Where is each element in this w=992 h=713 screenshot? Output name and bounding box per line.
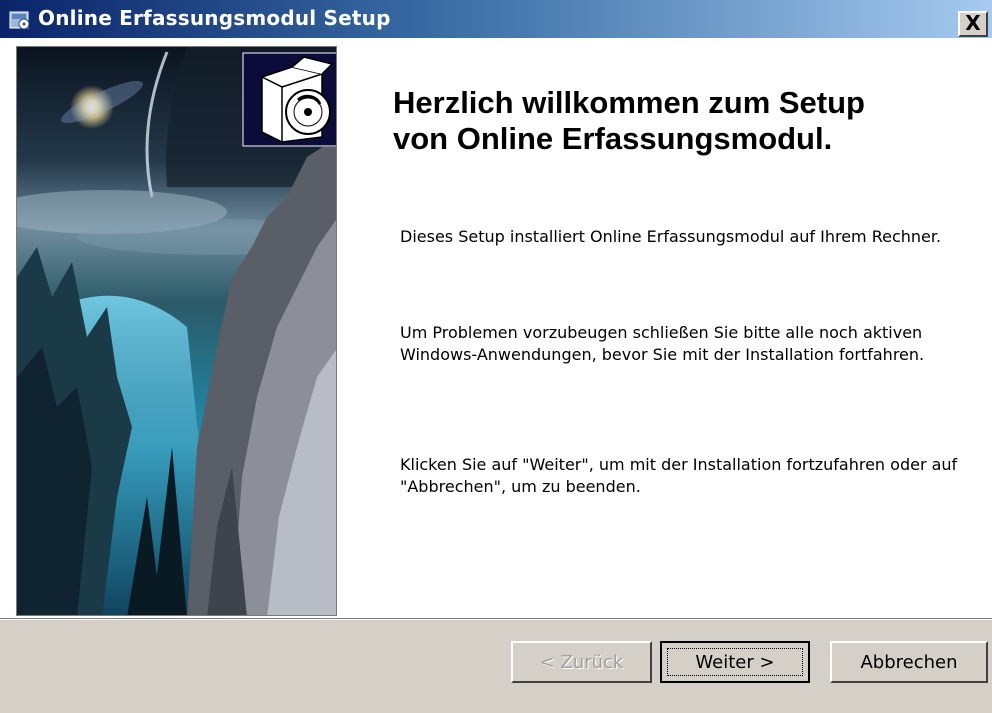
back-button[interactable]: < Zurück (511, 641, 652, 683)
title-bar[interactable]: Online Erfassungsmodul Setup X (0, 0, 992, 40)
installer-icon (9, 11, 30, 30)
footer-divider (0, 618, 992, 620)
box-cd-icon (242, 52, 336, 147)
window-title: Online Erfassungsmodul Setup (38, 6, 391, 30)
warning-text: Um Problemen vorzubeugen schließen Sie b… (400, 323, 925, 364)
next-button[interactable]: Weiter > (660, 641, 810, 683)
wizard-content: Herzlich willkommen zum Setup von Online… (0, 40, 992, 618)
fantasy-landscape-image (16, 46, 337, 616)
cancel-button[interactable]: Abbrechen (830, 641, 988, 683)
intro-text: Dieses Setup installiert Online Erfassun… (400, 227, 942, 246)
close-button[interactable]: X (958, 11, 988, 37)
welcome-heading: Herzlich willkommen zum Setup von Online… (393, 85, 865, 156)
instruction-text: Klicken Sie auf "Weiter", um mit der Ins… (400, 455, 958, 496)
focus-rectangle (667, 648, 803, 676)
